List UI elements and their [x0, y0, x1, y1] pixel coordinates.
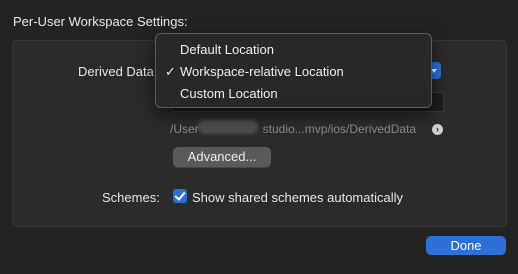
workspace-settings-sheet: Per-User Workspace Settings: Derived Dat… — [0, 0, 518, 274]
arrow-right-circle-icon[interactable]: › — [432, 124, 443, 135]
menu-item-workspace-relative-location[interactable]: Workspace-relative Location — [180, 64, 344, 79]
derived-data-label: Derived Data: — [78, 64, 158, 79]
show-shared-schemes-checkbox[interactable] — [173, 189, 187, 203]
redaction-blur — [198, 120, 258, 134]
path-prefix: /User — [170, 122, 199, 136]
menu-item-custom-location[interactable]: Custom Location — [180, 86, 278, 101]
advanced-button[interactable]: Advanced... — [173, 147, 271, 167]
show-shared-schemes-label[interactable]: Show shared schemes automatically — [192, 190, 403, 205]
menu-item-default-location[interactable]: Default Location — [180, 42, 274, 57]
derived-data-location-menu: Default Location ✓ Workspace-relative Lo… — [155, 33, 432, 108]
path-tail: studio...mvp/ios/DerivedData — [262, 122, 417, 136]
checkmark-icon: ✓ — [165, 64, 176, 79]
section-title: Per-User Workspace Settings: — [13, 14, 188, 29]
done-button[interactable]: Done — [426, 236, 506, 255]
schemes-label: Schemes: — [102, 190, 160, 205]
